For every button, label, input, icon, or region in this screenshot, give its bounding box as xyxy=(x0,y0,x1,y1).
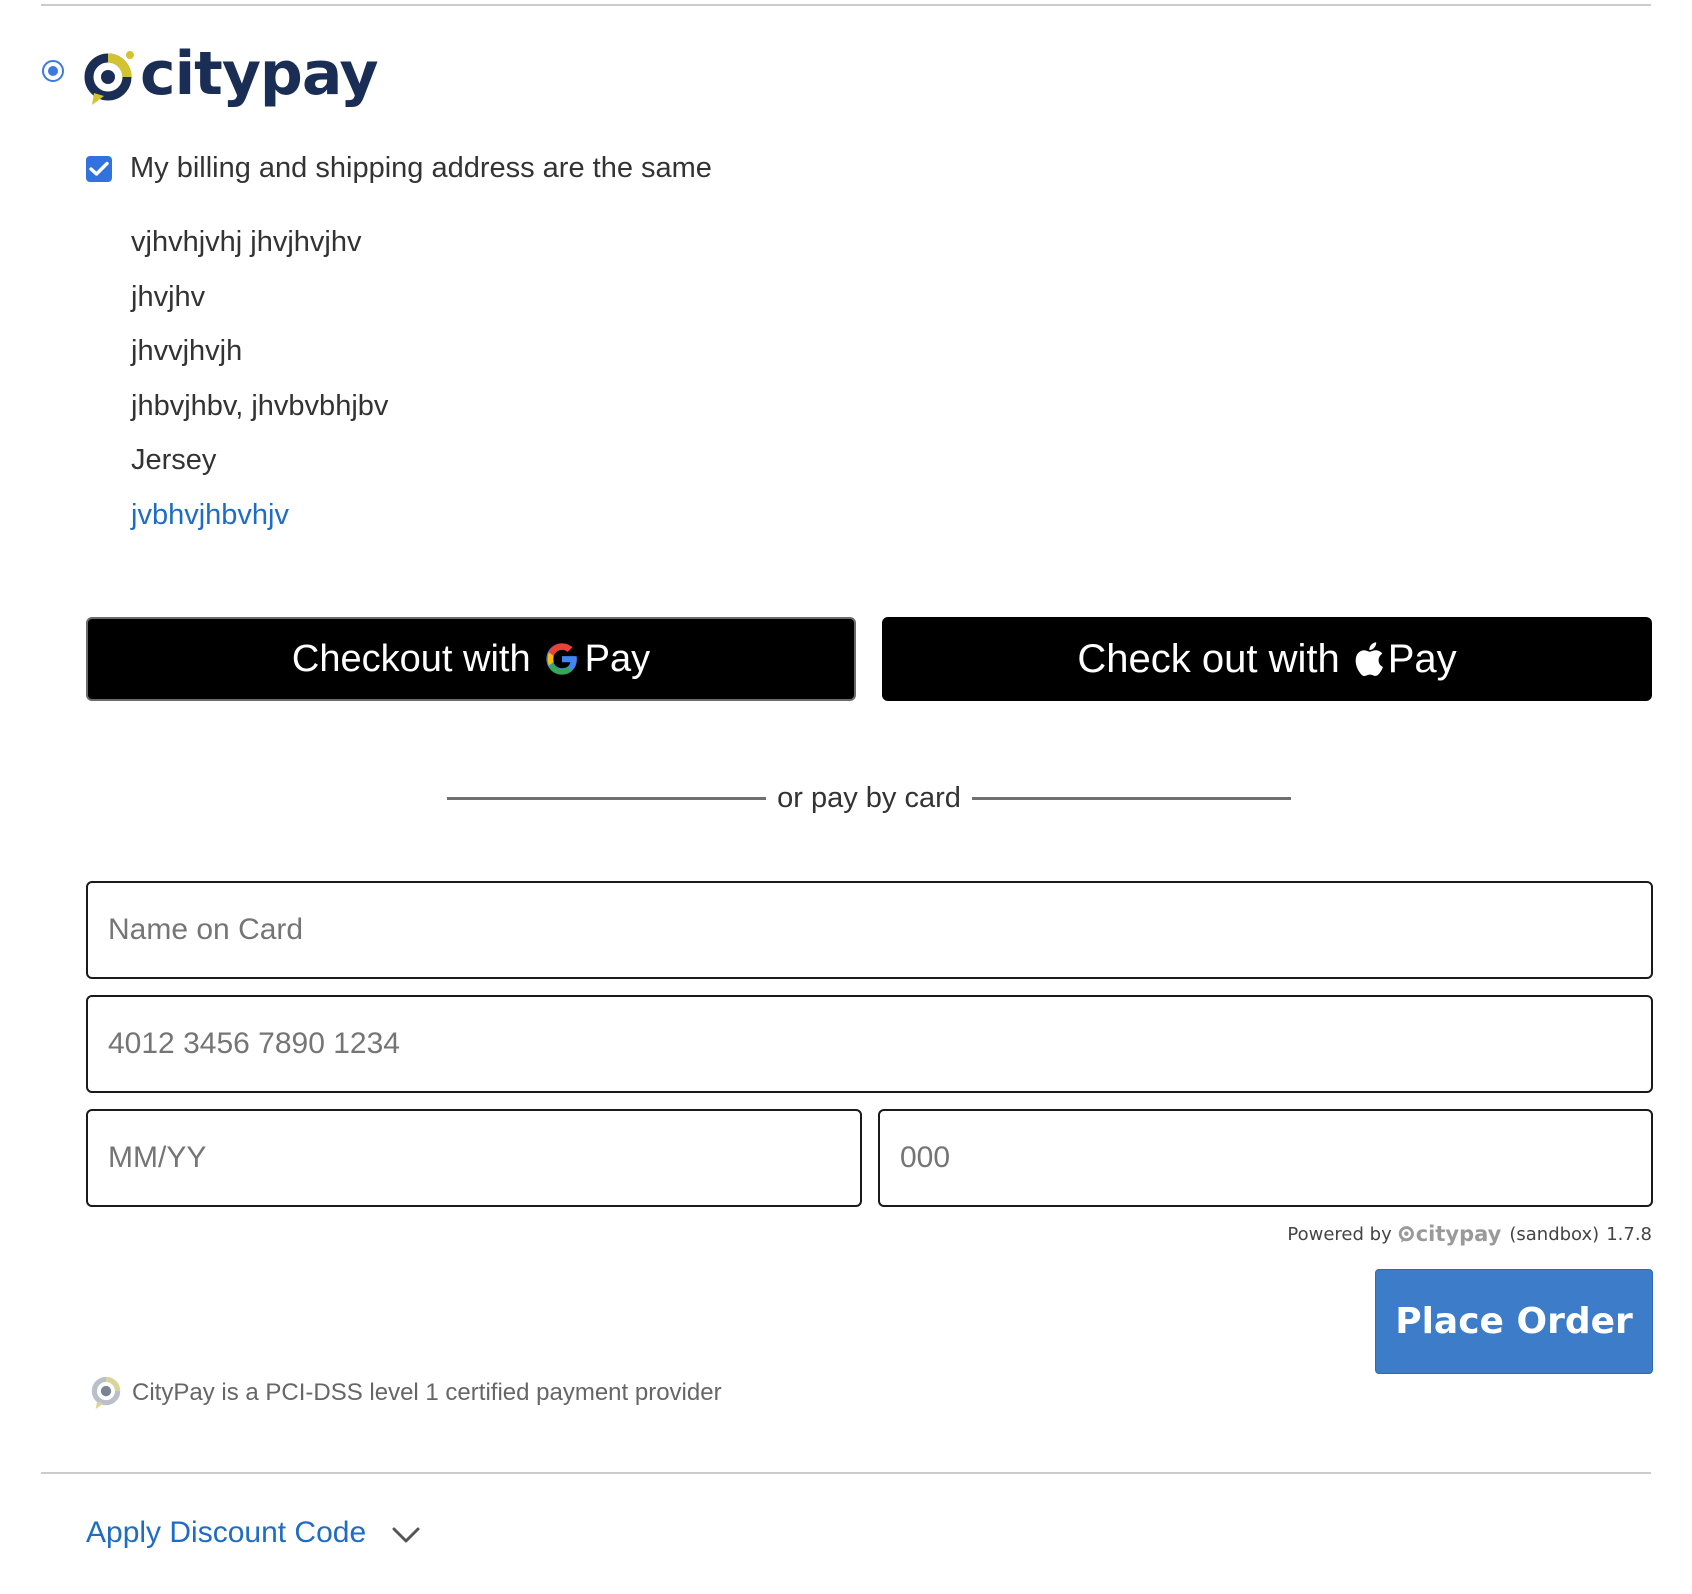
address-city: jhvvjhvjh xyxy=(131,335,243,367)
address-region: jhbvjhbv, jhvbvbhjbv xyxy=(131,389,389,422)
powered-by-prefix: Powered by xyxy=(1287,1223,1392,1245)
apply-discount-label: Apply Discount Code xyxy=(86,1516,367,1549)
google-pay-button[interactable]: Checkout with Pay xyxy=(86,617,856,701)
chevron-down-icon xyxy=(392,1527,420,1543)
apply-discount-toggle[interactable]: Apply Discount Code xyxy=(86,1516,420,1550)
powered-by-notice: Powered by citypay (sandbox) 1.7.8 xyxy=(1287,1222,1652,1246)
apple-pay-suffix: Pay xyxy=(1387,636,1457,681)
bottom-divider xyxy=(41,1472,1651,1474)
billing-address: vjhvhjvhj jhvjhvjhv jhvjhv jhvvjhvjh jhb… xyxy=(131,215,388,542)
apple-pay-prefix: Check out with xyxy=(1077,636,1340,681)
place-order-button[interactable]: Place Order xyxy=(1375,1269,1653,1374)
cvv-input[interactable] xyxy=(878,1109,1653,1207)
pay-by-card-divider: or pay by card xyxy=(447,778,1292,818)
top-divider xyxy=(41,4,1651,6)
apple-icon xyxy=(1355,642,1383,677)
citypay-mark-icon xyxy=(84,51,134,105)
pay-by-card-text: or pay by card xyxy=(777,781,961,814)
card-number-input[interactable] xyxy=(86,995,1653,1093)
citypay-wordmark: citypay xyxy=(140,39,379,109)
checkmark-icon xyxy=(89,161,109,176)
pci-notice-text: CityPay is a PCI-DSS level 1 certified p… xyxy=(132,1379,722,1406)
powered-by-mode: (sandbox) xyxy=(1509,1223,1600,1245)
payment-method-radio[interactable] xyxy=(42,60,64,82)
divider-rule-left xyxy=(447,796,767,800)
citypay-mark-icon xyxy=(1398,1226,1414,1243)
google-g-icon xyxy=(546,643,577,675)
address-country: Jersey xyxy=(131,444,217,476)
google-pay-suffix: Pay xyxy=(584,637,651,680)
same-address-label[interactable]: My billing and shipping address are the … xyxy=(130,150,712,186)
address-name: vjhvhjvhj jhvjhvjhv xyxy=(131,226,362,258)
pci-notice: CityPay is a PCI-DSS level 1 certified p… xyxy=(88,1373,722,1413)
address-phone-link[interactable]: jvbhvjhbvhjv xyxy=(131,488,388,543)
divider-rule-right xyxy=(971,796,1292,800)
name-on-card-input[interactable] xyxy=(86,881,1653,979)
same-address-checkbox[interactable] xyxy=(86,156,112,182)
powered-by-brand: citypay xyxy=(1415,1222,1502,1246)
expiry-input[interactable] xyxy=(86,1109,862,1207)
citypay-logo: citypay xyxy=(84,38,379,118)
powered-by-version: 1.7.8 xyxy=(1606,1223,1652,1245)
google-pay-prefix: Checkout with xyxy=(291,637,531,680)
address-street: jhvjhv xyxy=(131,280,206,313)
apple-pay-button[interactable]: Check out with Pay xyxy=(882,617,1652,701)
citypay-mark-icon xyxy=(91,1376,121,1410)
powered-by-logo: citypay xyxy=(1398,1222,1502,1246)
